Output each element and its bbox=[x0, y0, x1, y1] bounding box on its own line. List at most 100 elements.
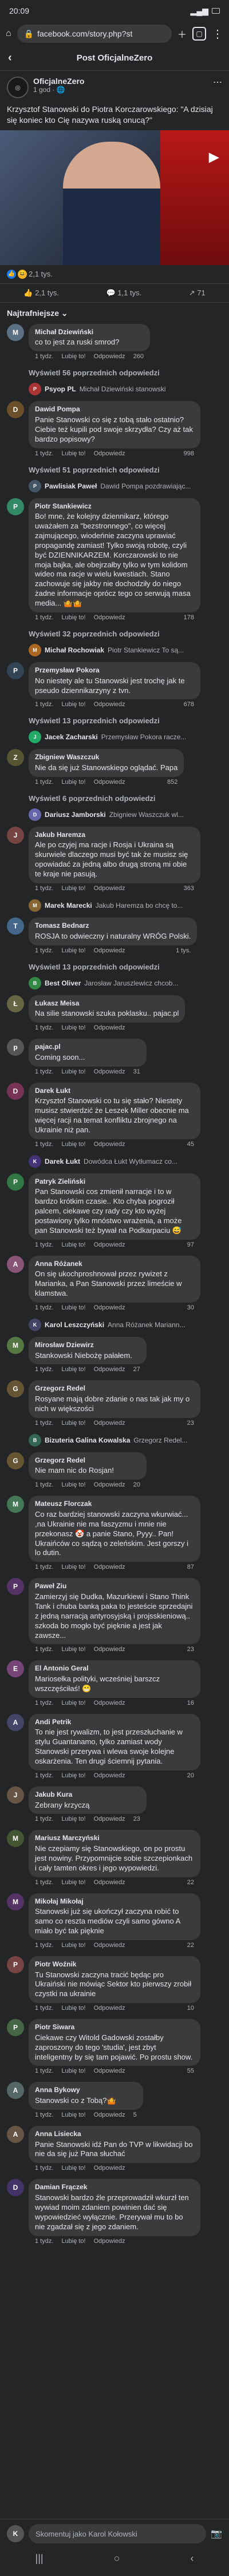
comment-author[interactable]: Mateusz Florczak bbox=[35, 1500, 194, 1509]
comment-avatar[interactable]: P bbox=[7, 662, 24, 680]
comment-reply-button[interactable]: Odpowiedz bbox=[94, 1420, 125, 1427]
comment-author[interactable]: Jakub Haremza bbox=[35, 831, 194, 840]
view-more-replies[interactable]: Wyświetl 56 poprzednich odpowiedzi bbox=[0, 367, 229, 383]
reply-preview[interactable]: P Pawlisiak Paweł Dawid Pompa pozdrawiając… bbox=[0, 479, 229, 498]
comment-author[interactable]: Anna Lisiecka bbox=[35, 2130, 194, 2139]
comment-author[interactable]: Damian Frączek bbox=[35, 2183, 194, 2192]
nav-back-icon[interactable]: ‹ bbox=[190, 2553, 194, 2565]
reply-preview[interactable]: K Darek Łukt Dowódca Łukt Wytłumacz co... bbox=[0, 1155, 229, 1173]
comment-reply-button[interactable]: Odpowiedz bbox=[94, 2238, 125, 2245]
author-name[interactable]: OficjalneZero bbox=[33, 77, 84, 86]
reply-preview[interactable]: D Dariusz Jamborski Zbigniew Waszczuk wl..… bbox=[0, 808, 229, 827]
comment-reply-button[interactable]: Odpowiedz bbox=[94, 885, 125, 892]
reply-preview[interactable]: M Marek Marecki Jakub Haremza bo chcę to..… bbox=[0, 899, 229, 918]
comment-avatar[interactable]: M bbox=[7, 1830, 24, 1848]
comment-author[interactable]: Tomasz Bednarz bbox=[35, 922, 191, 931]
comment-avatar[interactable]: A bbox=[7, 2125, 24, 2143]
reply-author[interactable]: Bizuteria Galina Kowalska bbox=[45, 1436, 130, 1444]
comment-avatar[interactable]: P bbox=[7, 1578, 24, 1596]
comment-reply-button[interactable]: Odpowiedz bbox=[94, 947, 125, 954]
reply-preview[interactable]: B Best Oliver Jarosław Jaruszlewicz chcob.… bbox=[0, 976, 229, 995]
comment-author[interactable]: Piotr Siwara bbox=[35, 2023, 194, 2032]
comment-author[interactable]: Przemysław Pokora bbox=[35, 666, 194, 675]
comment-avatar[interactable]: A bbox=[7, 1255, 24, 1273]
comment-reply-button[interactable]: Odpowiedz bbox=[94, 2165, 125, 2172]
comment-avatar[interactable]: P bbox=[7, 498, 24, 515]
comment-reply-button[interactable]: Odpowiedz bbox=[94, 1816, 125, 1822]
comment-author[interactable]: Patryk Zieliński bbox=[35, 1177, 194, 1187]
comment-like-button[interactable]: Lubię to! bbox=[61, 1700, 85, 1706]
comment-like-button[interactable]: Lubię to! bbox=[61, 614, 85, 621]
comment-like-button[interactable]: Lubię to! bbox=[61, 2068, 85, 2074]
comment-reply-button[interactable]: Odpowiedz bbox=[94, 1241, 125, 1248]
comment-like-button[interactable]: Lubię to! bbox=[61, 2112, 85, 2118]
comment-avatar[interactable]: D bbox=[7, 401, 24, 419]
comment-like-button[interactable]: Lubię to! bbox=[61, 1772, 85, 1779]
comment-avatar[interactable]: A bbox=[7, 2082, 24, 2100]
comment-author[interactable]: Jakub Kura bbox=[35, 1790, 140, 1800]
comment-like-button[interactable]: Lubię to! bbox=[61, 1646, 85, 1653]
comment-author[interactable]: El Antonio Geral bbox=[35, 1664, 194, 1673]
comment-reply-button[interactable]: Odpowiedz bbox=[94, 2005, 125, 2012]
reply-author[interactable]: Karol Leszczyński bbox=[45, 1321, 104, 1329]
reply-author[interactable]: Marek Marecki bbox=[45, 902, 92, 910]
comment-avatar[interactable]: P bbox=[7, 2019, 24, 2037]
comment-avatar[interactable]: M bbox=[7, 323, 24, 341]
comment-avatar[interactable]: P bbox=[7, 1173, 24, 1191]
comment-sort[interactable]: Najtrafniejsze ⌄ bbox=[0, 303, 229, 324]
comment-like-button[interactable]: Lubię to! bbox=[61, 701, 85, 708]
comment-author[interactable]: pajac.pl bbox=[35, 1043, 140, 1052]
comment-button[interactable]: 💬 1,1 tys. bbox=[106, 289, 142, 298]
reply-author[interactable]: Pawlisiak Paweł bbox=[45, 482, 97, 490]
comment-author[interactable]: Mariusz Marczyński bbox=[35, 1834, 194, 1843]
comment-avatar[interactable]: G bbox=[7, 1452, 24, 1469]
comment-like-button[interactable]: Lubię to! bbox=[61, 947, 85, 954]
comment-like-button[interactable]: Lubię to! bbox=[61, 1942, 85, 1949]
view-more-replies[interactable]: Wyświetl 13 poprzednich odpowiedzi bbox=[0, 715, 229, 731]
comment-reply-button[interactable]: Odpowiedz bbox=[94, 2068, 125, 2074]
comment-avatar[interactable]: E bbox=[7, 1660, 24, 1678]
comment-avatar[interactable]: J bbox=[7, 826, 24, 844]
comment-like-button[interactable]: Lubię to! bbox=[61, 1879, 85, 1886]
comment-reply-button[interactable]: Odpowiedz bbox=[94, 1772, 125, 1779]
comment-like-button[interactable]: Lubię to! bbox=[61, 1420, 85, 1427]
comment-reply-button[interactable]: Odpowiedz bbox=[94, 701, 125, 708]
camera-icon[interactable]: 📷 bbox=[211, 2528, 222, 2539]
comment-author[interactable]: Łukasz Meisa bbox=[35, 999, 179, 1008]
comment-like-button[interactable]: Lubię to! bbox=[61, 1241, 85, 1248]
comment-like-button[interactable]: Lubię to! bbox=[61, 1366, 85, 1373]
reply-author[interactable]: Darek Łukt bbox=[45, 1157, 80, 1165]
comment-reply-button[interactable]: Odpowiedz bbox=[94, 1366, 125, 1373]
comment-reply-button[interactable]: Odpowiedz bbox=[94, 1700, 125, 1706]
comment-author[interactable]: Andi Petrik bbox=[35, 1718, 194, 1727]
reply-preview[interactable]: B Bizuteria Galina Kowalska Grzegorz Redel… bbox=[0, 1433, 229, 1452]
comment-reply-button[interactable]: Odpowiedz bbox=[94, 779, 125, 786]
comment-avatar[interactable]: D bbox=[7, 2179, 24, 2197]
comment-like-button[interactable]: Lubię to! bbox=[61, 2005, 85, 2012]
comment-avatar[interactable]: P bbox=[7, 1956, 24, 1973]
comment-avatar[interactable]: T bbox=[7, 918, 24, 935]
comment-reply-button[interactable]: Odpowiedz bbox=[94, 1481, 125, 1488]
nav-home-icon[interactable]: ○ bbox=[114, 2553, 120, 2565]
comment-avatar[interactable]: D bbox=[7, 1082, 24, 1100]
comment-author[interactable]: Anna Bykowy bbox=[35, 2086, 137, 2095]
comment-author[interactable]: Anna Różanek bbox=[35, 1260, 194, 1269]
like-button[interactable]: 👍 2,1 tys. bbox=[23, 289, 59, 298]
comment-avatar[interactable]: G bbox=[7, 1380, 24, 1398]
reactions-summary[interactable]: 👍 😆 2,1 tys. bbox=[7, 269, 53, 279]
comment-avatar[interactable]: Ł bbox=[7, 995, 24, 1012]
comment-avatar[interactable]: M bbox=[7, 1336, 24, 1354]
view-more-replies[interactable]: Wyświetl 6 poprzednich odpowiedzi bbox=[0, 793, 229, 808]
reply-author[interactable]: Michał Rochowiak bbox=[45, 646, 104, 654]
comment-like-button[interactable]: Lubię to! bbox=[61, 353, 85, 360]
comment-reply-button[interactable]: Odpowiedz bbox=[94, 1646, 125, 1653]
comment-like-button[interactable]: Lubię to! bbox=[61, 779, 85, 786]
add-tab-icon[interactable]: ＋ bbox=[177, 27, 187, 41]
comment-like-button[interactable]: Lubię to! bbox=[61, 1024, 85, 1031]
share-button[interactable]: ↗ 71 bbox=[189, 289, 206, 298]
comment-reply-button[interactable]: Odpowiedz bbox=[94, 2112, 125, 2118]
comment-avatar[interactable]: M bbox=[7, 1893, 24, 1910]
comment-like-button[interactable]: Lubię to! bbox=[61, 1141, 85, 1148]
nav-recents-icon[interactable]: ||| bbox=[35, 2553, 44, 2565]
more-options-icon[interactable]: ⋯ bbox=[213, 77, 222, 98]
